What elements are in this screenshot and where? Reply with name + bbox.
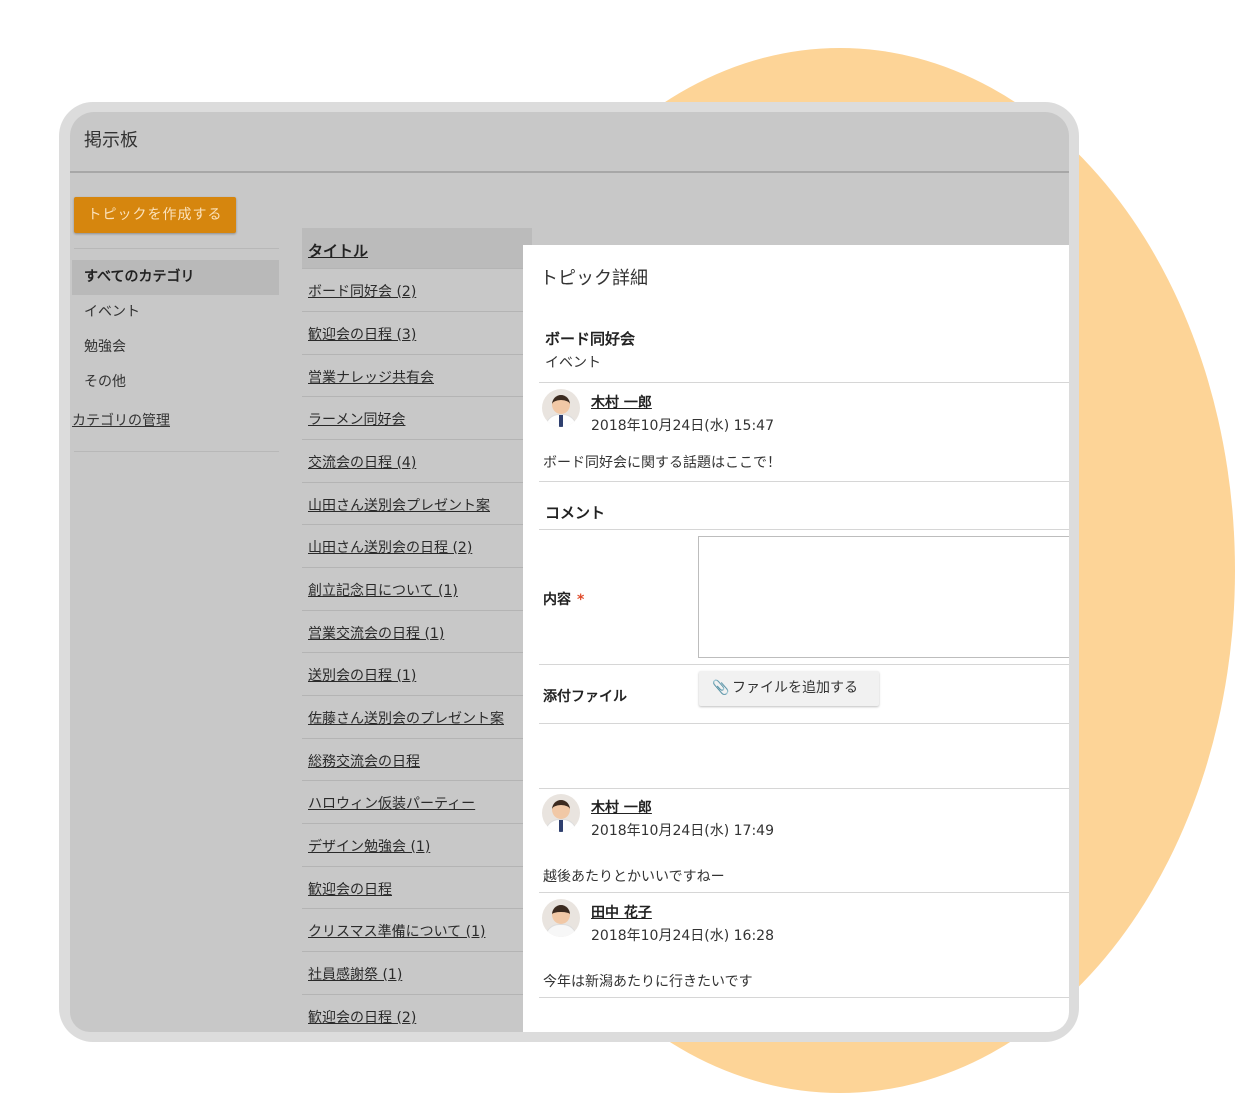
divider xyxy=(539,892,1069,893)
required-mark: * xyxy=(577,592,585,608)
topic-row: 営業交流会の日程 (1) xyxy=(302,610,532,653)
comment-body: 越後あたりとかいいですねー xyxy=(543,869,725,885)
avatar-tie xyxy=(559,820,563,832)
comment-date: 2018年10月24日(水) 16:28 xyxy=(591,928,774,944)
divider xyxy=(539,664,1069,665)
avatar-head xyxy=(552,395,570,414)
create-topic-button[interactable]: トピックを作成する xyxy=(74,197,236,233)
topic-link[interactable]: 営業交流会の日程 (1) xyxy=(308,623,444,643)
post-author-link[interactable]: 木村 一郎 xyxy=(591,392,652,412)
topic-row: 歓迎会の日程 (2) xyxy=(302,994,532,1032)
topic-list-header: タイトル xyxy=(302,228,532,268)
avatar xyxy=(542,794,580,832)
topic-link[interactable]: 送別会の日程 (1) xyxy=(308,665,416,685)
topic-row: 総務交流会の日程 xyxy=(302,738,532,781)
comment-author-link[interactable]: 田中 花子 xyxy=(591,902,652,922)
avatar xyxy=(542,389,580,427)
topic-link[interactable]: クリスマス準備について (1) xyxy=(308,921,485,941)
divider xyxy=(539,529,1069,530)
attach-label: 添付ファイル xyxy=(543,689,627,705)
comment-section-title: コメント xyxy=(545,504,606,522)
topic-link[interactable]: ハロウィン仮装パーティー xyxy=(308,793,475,813)
avatar-head xyxy=(552,905,570,924)
topic-link[interactable]: デザイン勉強会 (1) xyxy=(308,836,430,856)
panel-title: トピック詳細 xyxy=(540,268,648,289)
topic-link[interactable]: 歓迎会の日程 (2) xyxy=(308,1007,416,1027)
post-body: ボード同好会に関する話題はここで！ xyxy=(543,455,781,471)
topic-link[interactable]: 歓迎会の日程 (3) xyxy=(308,324,416,344)
topic-row: 歓迎会の日程 xyxy=(302,866,532,909)
topic-row: 社員感謝祭 (1) xyxy=(302,951,532,994)
topic-link[interactable]: 山田さん送別会の日程 (2) xyxy=(308,537,472,557)
topic-row: 山田さん送別会プレゼント案 xyxy=(302,482,532,525)
sidebar-divider xyxy=(74,451,279,452)
avatar-body xyxy=(545,924,577,937)
app-header: 掲示板 xyxy=(70,112,1069,173)
topic-link[interactable]: 総務交流会の日程 xyxy=(308,751,420,771)
topic-link[interactable]: ボード同好会 (2) xyxy=(308,281,416,301)
topic-row: ラーメン同好会 xyxy=(302,396,532,439)
divider xyxy=(539,382,1069,383)
topic-row: デザイン勉強会 (1) xyxy=(302,823,532,866)
avatar xyxy=(542,899,580,937)
topic-row: ボード同好会 (2) xyxy=(302,268,532,311)
comment-body: 今年は新潟あたりに行きたいです xyxy=(543,974,753,990)
topic-detail-panel: トピック詳細 ボード同好会 イベント 木村 一郎 2018年10月24日(水) … xyxy=(523,245,1069,1032)
topic-row: 交流会の日程 (4) xyxy=(302,439,532,482)
topic-category: イベント xyxy=(545,355,601,371)
manage-categories-link[interactable]: カテゴリの管理 xyxy=(72,410,170,430)
category-all[interactable]: すべてのカテゴリ xyxy=(72,260,279,295)
topic-link[interactable]: 山田さん送別会プレゼント案 xyxy=(308,495,490,515)
topic-row: 送別会の日程 (1) xyxy=(302,652,532,695)
post-date: 2018年10月24日(水) 15:47 xyxy=(591,418,774,434)
app-screen: 掲示板 トピックを作成する すべてのカテゴリ イベント 勉強会 その他 カテゴリ… xyxy=(70,112,1069,1032)
topic-link[interactable]: 歓迎会の日程 xyxy=(308,879,392,899)
topic-link[interactable]: 佐藤さん送別会のプレゼント案 xyxy=(308,708,504,728)
topic-row: クリスマス準備について (1) xyxy=(302,908,532,951)
avatar-head xyxy=(552,800,570,819)
comment-author-link[interactable]: 木村 一郎 xyxy=(591,797,652,817)
divider xyxy=(539,997,1069,998)
divider xyxy=(539,723,1069,724)
add-file-label: ファイルを追加する xyxy=(732,680,858,696)
category-study[interactable]: 勉強会 xyxy=(72,330,279,365)
topic-row: 営業ナレッジ共有会 xyxy=(302,354,532,397)
topic-link[interactable]: 創立記念日について (1) xyxy=(308,580,458,600)
category-event[interactable]: イベント xyxy=(72,295,279,330)
app-title: 掲示板 xyxy=(84,130,138,151)
topic-row: 山田さん送別会の日程 (2) xyxy=(302,524,532,567)
avatar-tie xyxy=(559,415,563,427)
topic-row: 創立記念日について (1) xyxy=(302,567,532,610)
topic-link[interactable]: ラーメン同好会 xyxy=(308,409,405,429)
sidebar-divider xyxy=(74,248,279,249)
comment-content-input[interactable] xyxy=(698,536,1069,658)
topic-title: ボード同好会 xyxy=(545,330,636,348)
content-label: 内容 * xyxy=(543,592,585,608)
topic-link[interactable]: 営業ナレッジ共有会 xyxy=(308,367,434,387)
add-file-button[interactable]: 📎 ファイルを追加する xyxy=(699,671,879,706)
topic-row: 歓迎会の日程 (3) xyxy=(302,311,532,354)
divider xyxy=(539,788,1069,789)
title-column-header[interactable]: タイトル xyxy=(308,240,368,261)
topic-link[interactable]: 交流会の日程 (4) xyxy=(308,452,416,472)
topic-link[interactable]: 社員感謝祭 (1) xyxy=(308,964,402,984)
category-other[interactable]: その他 xyxy=(72,365,279,400)
paperclip-icon: 📎 xyxy=(712,680,730,696)
topic-row: 佐藤さん送別会のプレゼント案 xyxy=(302,695,532,738)
comment-date: 2018年10月24日(水) 17:49 xyxy=(591,823,774,839)
divider xyxy=(539,481,1069,482)
topic-row: ハロウィン仮装パーティー xyxy=(302,780,532,823)
